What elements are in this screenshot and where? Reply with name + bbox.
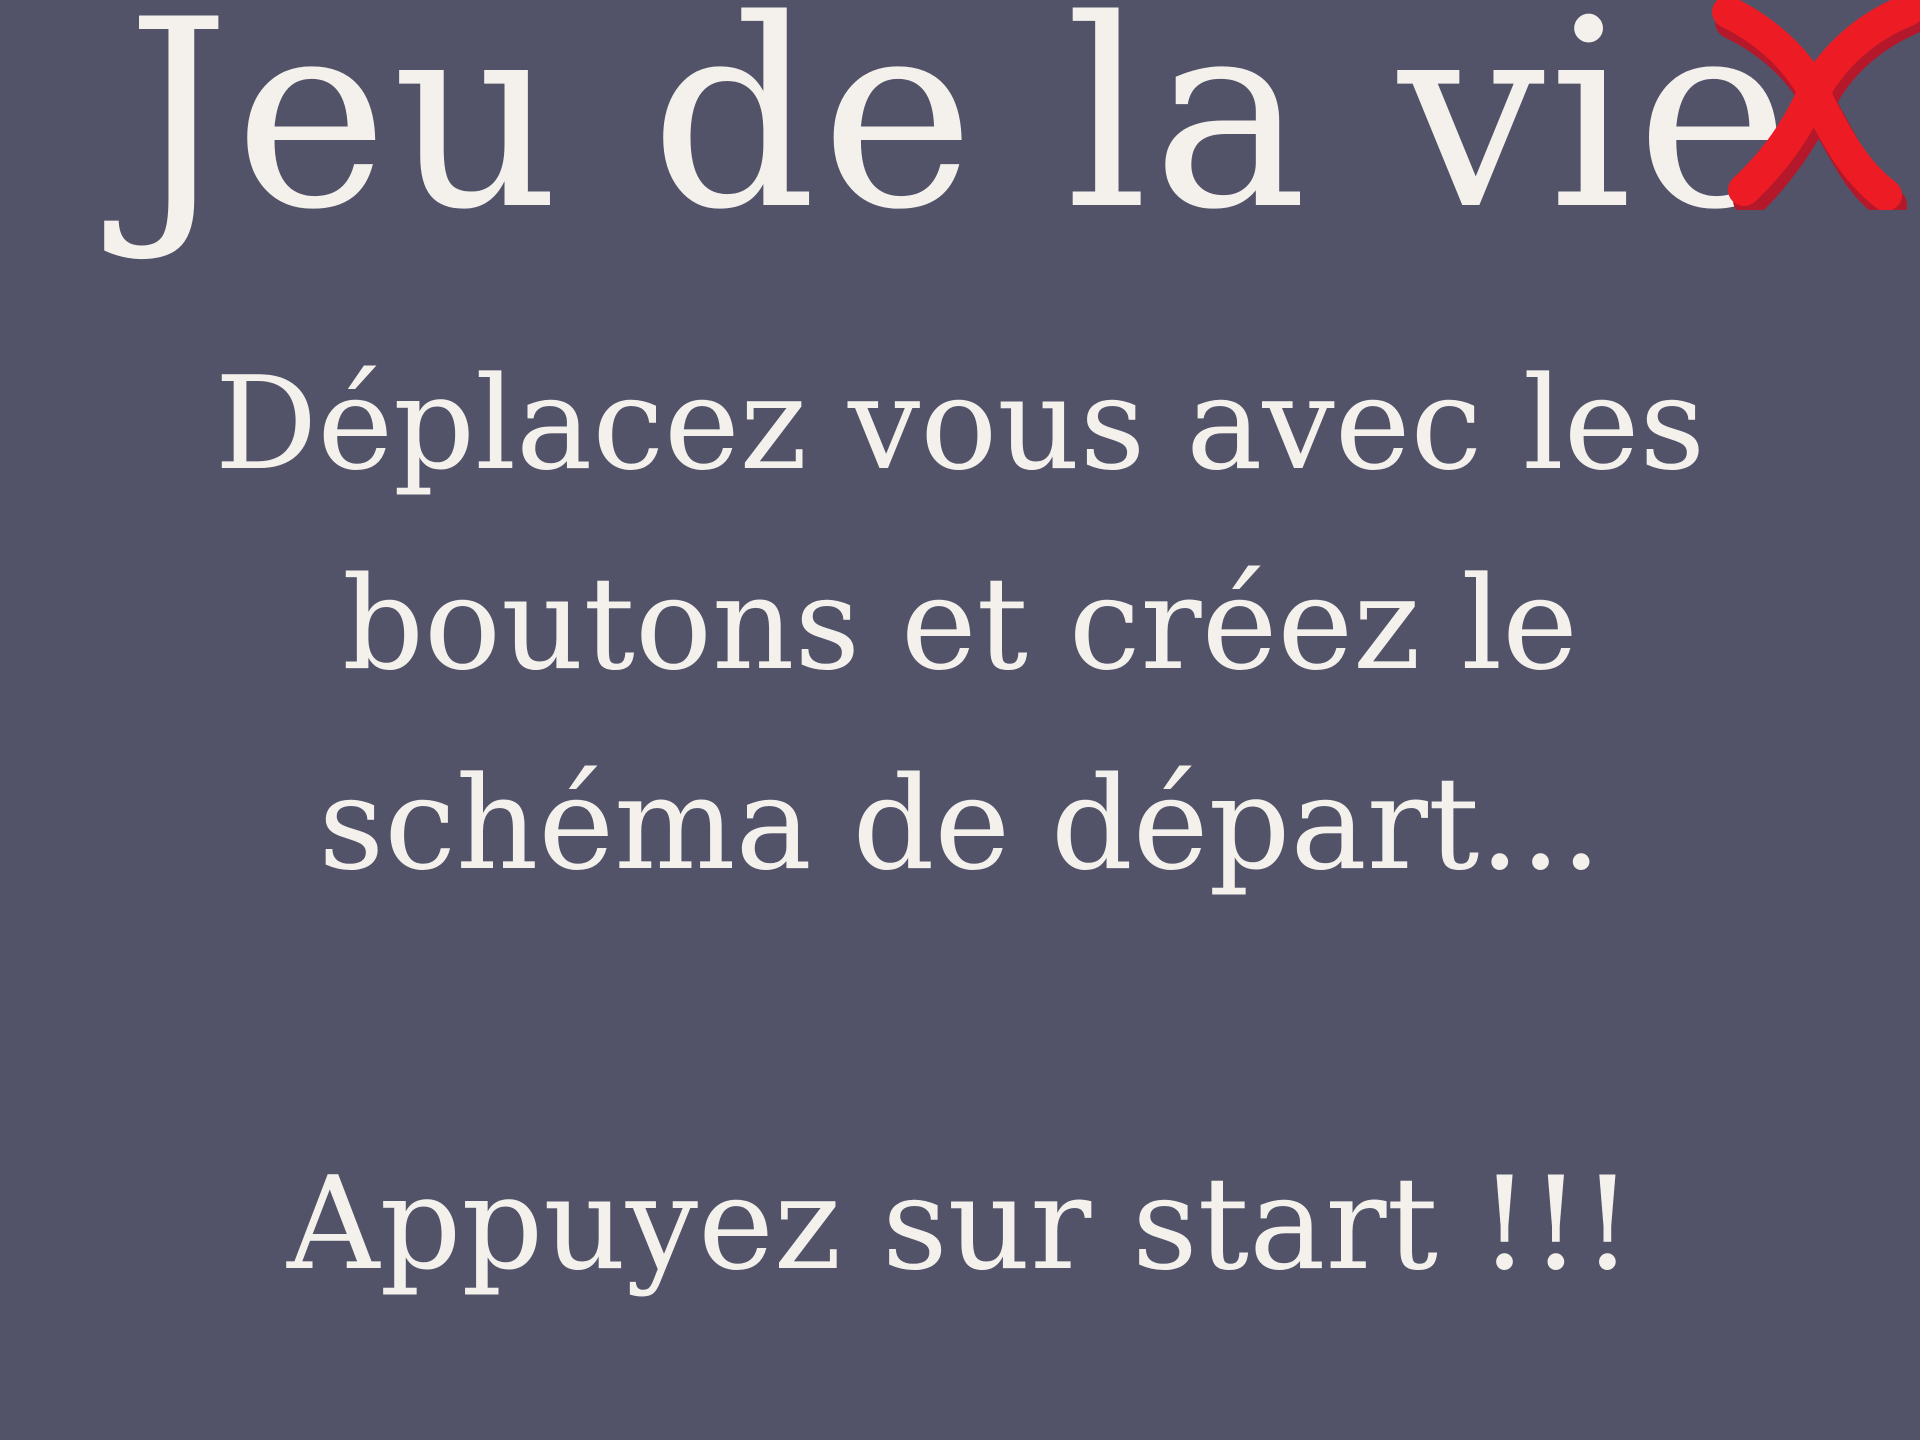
close-x-icon: [1712, 0, 1920, 210]
instruction-line-1: Déplacez vous avec les: [214, 350, 1706, 499]
start-prompt: Appuyez sur start !!!: [287, 1150, 1633, 1299]
instruction-line-2: boutons et créez le: [342, 550, 1578, 699]
instruction-line-3: schéma de départ...: [318, 750, 1602, 899]
game-title: Jeu de la vie: [126, 0, 1794, 267]
close-button[interactable]: [1710, 0, 1920, 210]
game-screen: Jeu de la vie Déplacez vous avec les bou…: [0, 0, 1920, 1440]
